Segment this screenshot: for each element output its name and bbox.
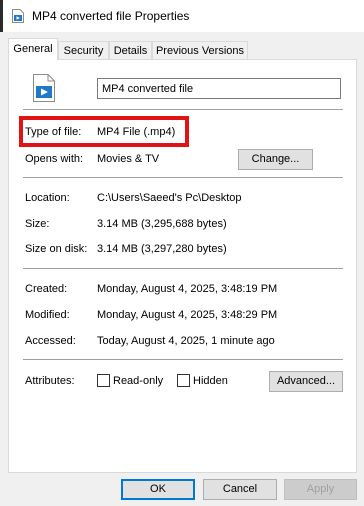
tab-previous-versions[interactable]: Previous Versions [152,41,248,59]
modified-value: Monday, August 4, 2025, 3:48:29 PM [97,309,278,321]
readonly-label[interactable]: Read-only [113,374,163,388]
attributes-label: Attributes: [25,375,75,387]
size-on-disk-value: 3.14 MB (3,297,280 bytes) [97,243,227,255]
tab-general[interactable]: General [8,38,58,60]
divider [23,177,343,178]
tab-details[interactable]: Details [109,41,152,59]
window-title: MP4 converted file Properties [32,9,190,23]
cancel-button[interactable]: Cancel [203,479,277,500]
video-file-icon [12,9,24,23]
location-value: C:\Users\Saeed's Pc\Desktop [97,192,242,204]
location-label: Location: [25,192,70,204]
video-file-icon [33,74,55,102]
divider [23,268,343,269]
ok-button[interactable]: OK [121,479,195,500]
type-of-file-highlight [19,116,189,147]
hidden-label[interactable]: Hidden [193,374,228,388]
apply-button[interactable]: Apply [284,479,357,500]
advanced-button[interactable]: Advanced... [269,371,343,392]
size-label: Size: [25,218,50,230]
created-label: Created: [25,283,68,295]
accessed-label: Accessed: [25,335,76,347]
properties-dialog: MP4 converted file Properties General Se… [0,0,364,506]
file-name-field[interactable] [97,78,341,99]
modified-label: Modified: [25,309,70,321]
size-on-disk-label: Size on disk: [25,243,88,255]
size-value: 3.14 MB (3,295,688 bytes) [97,218,227,230]
title-bar[interactable]: MP4 converted file Properties [0,0,364,32]
general-tab-panel: Type of file: MP4 File (.mp4) Opens with… [8,59,357,473]
divider [23,109,343,110]
tab-strip: General Security Details Previous Versio… [8,38,358,60]
divider [23,359,343,360]
readonly-checkbox[interactable] [97,374,110,387]
tab-security[interactable]: Security [58,41,109,59]
opens-with-value: Movies & TV [97,153,160,165]
opens-with-label: Opens with: [25,153,84,165]
accessed-value: Today, August 4, 2025, 1 minute ago [97,335,275,347]
change-button[interactable]: Change... [238,149,313,170]
hidden-checkbox[interactable] [177,374,190,387]
window-edge [0,0,3,32]
created-value: Monday, August 4, 2025, 3:48:19 PM [97,283,278,295]
